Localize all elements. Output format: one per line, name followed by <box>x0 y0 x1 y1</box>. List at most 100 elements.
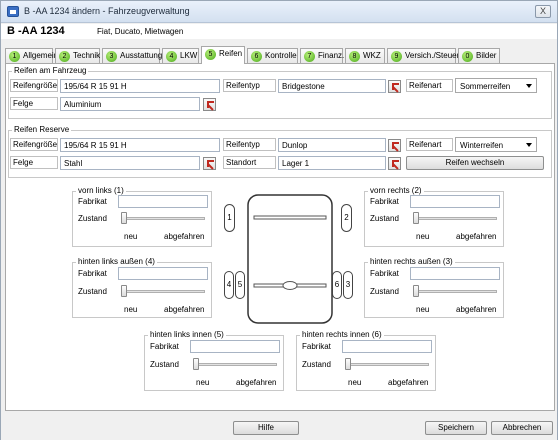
fabrikat-field[interactable] <box>342 340 432 353</box>
close-button[interactable]: X <box>535 5 551 18</box>
car-body-outline <box>247 194 333 324</box>
tab-label: Finanz. <box>318 51 345 60</box>
fabrikat-field[interactable] <box>190 340 280 353</box>
reifenart-select[interactable]: Sommerreifen <box>455 78 537 93</box>
tab-label: Technik <box>73 51 101 60</box>
reifengroesse-label: Reifengröße <box>10 79 58 92</box>
tire-position-1[interactable]: 1 <box>224 204 235 232</box>
tab-allgemein[interactable]: 1 Allgemein <box>5 48 58 63</box>
reserve-reifentyp-picker-button[interactable] <box>388 139 401 152</box>
tire-position-5[interactable]: 5 <box>235 271 245 299</box>
tab-wkz[interactable]: 8 WKZ <box>345 48 385 63</box>
slider-max-label: abgefahren <box>388 378 429 387</box>
tab-lkw[interactable]: 4 LKW <box>162 48 199 63</box>
fabrikat-field[interactable] <box>118 195 208 208</box>
tab-number-badge: 8 <box>349 51 360 62</box>
zustand-slider-thumb[interactable] <box>413 285 419 297</box>
zustand-slider-thumb[interactable] <box>121 285 127 297</box>
zustand-slider-track <box>195 363 277 366</box>
cancel-button[interactable]: Abbrechen <box>491 421 553 435</box>
reifen-wechseln-button[interactable]: Reifen wechseln <box>406 156 544 170</box>
group-title: Reifen am Fahrzeug <box>12 66 89 75</box>
tab-label: Bilder <box>476 51 497 60</box>
vehicle-header: B -AA 1234 Fiat, Ducato, Mietwagen <box>1 24 557 39</box>
slider-min-label: neu <box>348 378 362 387</box>
app-icon <box>7 6 19 17</box>
slider-min-label: neu <box>124 305 138 314</box>
tab-number-badge: 6 <box>251 51 262 62</box>
fabrikat-label: Fabrikat <box>370 269 399 278</box>
tab-finanz[interactable]: 7 Finanz. <box>300 48 345 63</box>
tab-label: LKW <box>180 51 198 60</box>
chevron-down-icon <box>526 143 532 147</box>
reserve-reifengroesse-field[interactable]: 195/64 R 15 91 H <box>60 138 220 152</box>
car-tire-diagram <box>247 194 333 324</box>
felge-field[interactable]: Aluminium <box>60 97 200 111</box>
tab-label: Kontrolle <box>265 51 297 60</box>
zustand-label: Zustand <box>78 214 107 223</box>
reifengroesse-field[interactable]: 195/64 R 15 91 H <box>60 79 220 93</box>
zustand-slider-track <box>347 363 429 366</box>
window-title: B -AA 1234 ändern - Fahrzeugverwaltung <box>24 6 190 16</box>
tab-reifen[interactable]: 5 Reifen <box>201 46 245 64</box>
fabrikat-field[interactable] <box>410 195 500 208</box>
fabrikat-field[interactable] <box>410 267 500 280</box>
zustand-slider-track <box>123 290 205 293</box>
standort-field[interactable]: Lager 1 <box>278 156 386 170</box>
license-plate: B -AA 1234 <box>7 25 65 37</box>
slider-min-label: neu <box>124 232 138 241</box>
front-axle <box>253 215 327 220</box>
zustand-label: Zustand <box>370 287 399 296</box>
tire-group-title: hinten rechts außen (3) <box>368 257 455 266</box>
slider-max-label: abgefahren <box>236 378 277 387</box>
slider-min-label: neu <box>416 305 430 314</box>
fabrikat-label: Fabrikat <box>150 342 179 351</box>
tire-position-2[interactable]: 2 <box>341 204 352 232</box>
slider-min-label: neu <box>416 232 430 241</box>
tire-group-title: vorn rechts (2) <box>368 186 424 195</box>
tab-number-badge: 5 <box>205 49 216 60</box>
slider-max-label: abgefahren <box>164 305 205 314</box>
tab-ausstattung[interactable]: 3 Ausstattung <box>102 48 163 63</box>
standort-picker-button[interactable] <box>388 157 401 170</box>
slider-min-label: neu <box>196 378 210 387</box>
window: B -AA 1234 ändern - Fahrzeugverwaltung X… <box>0 0 558 440</box>
tab-versicherung-steuer[interactable]: 9 Versich./Steuer <box>387 48 460 63</box>
tab-label: Ausstattung <box>120 51 163 60</box>
tab-technik[interactable]: 2 Technik <box>55 48 100 63</box>
tab-number-badge: 2 <box>59 51 70 62</box>
help-button[interactable]: Hilfe <box>233 421 299 435</box>
reifengroesse-label: Reifengröße <box>10 138 58 151</box>
zustand-slider-thumb[interactable] <box>121 212 127 224</box>
reifenart-label: Reifenart <box>406 138 453 151</box>
reserve-reifentyp-field[interactable]: Dunlop <box>278 138 386 152</box>
tab-bilder[interactable]: 0 Bilder <box>458 48 500 63</box>
differential <box>282 281 298 290</box>
reifenart-value: Winterreifen <box>460 141 504 150</box>
reserve-felge-picker-button[interactable] <box>203 157 216 170</box>
reifentyp-picker-button[interactable] <box>388 80 401 93</box>
reserve-felge-field[interactable]: Stahl <box>60 156 200 170</box>
zustand-slider-thumb[interactable] <box>413 212 419 224</box>
reifentyp-field[interactable]: Bridgestone <box>278 79 386 93</box>
reifenart-label: Reifenart <box>406 79 453 92</box>
fabrikat-field[interactable] <box>118 267 208 280</box>
tab-bar: 1 Allgemein 2 Technik 3 Ausstattung 4 LKW 5R… <box>5 46 555 64</box>
zustand-slider-thumb[interactable] <box>193 358 199 370</box>
tire-group-title: hinten links innen (5) <box>148 330 226 339</box>
tire-position-4[interactable]: 4 <box>224 271 234 299</box>
felge-picker-button[interactable] <box>203 98 216 111</box>
tire-position-3[interactable]: 3 <box>343 271 353 299</box>
tab-label: Versich./Steuer <box>405 51 460 60</box>
tab-kontrolle[interactable]: 6 Kontrolle <box>247 48 298 63</box>
zustand-slider-thumb[interactable] <box>345 358 351 370</box>
save-button[interactable]: Speichern <box>425 421 487 435</box>
tab-label: Allgemein <box>23 51 59 60</box>
tab-number-badge: 4 <box>166 51 177 62</box>
fabrikat-label: Fabrikat <box>78 197 107 206</box>
reifentyp-label: Reifentyp <box>223 79 276 92</box>
tab-number-badge: 9 <box>391 51 402 62</box>
reserve-reifenart-select[interactable]: Winterreifen <box>455 137 537 152</box>
group-title: Reifen Reserve <box>12 125 72 134</box>
tire-position-6[interactable]: 6 <box>332 271 342 299</box>
